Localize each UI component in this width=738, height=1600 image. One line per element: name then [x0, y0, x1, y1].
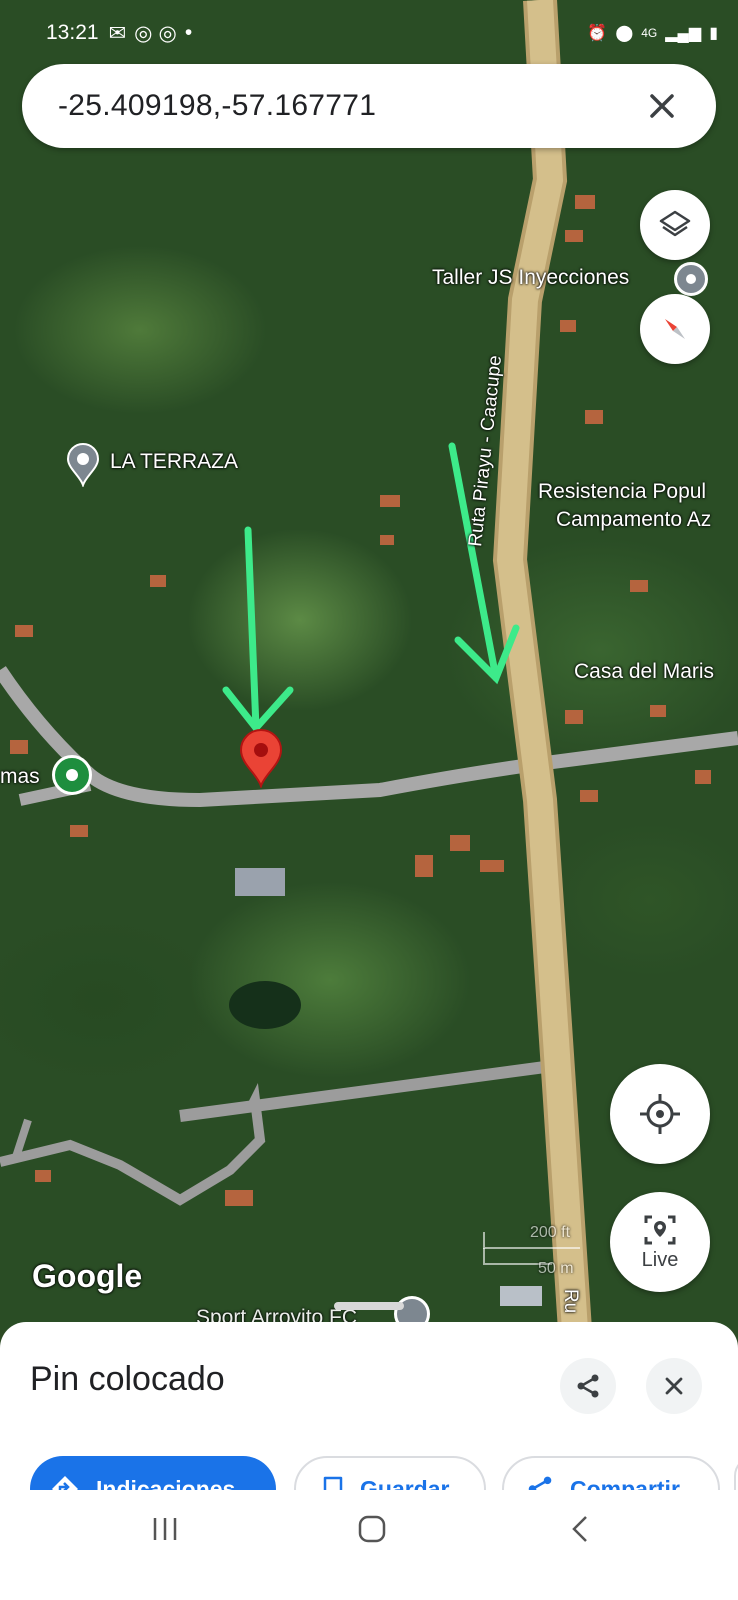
place-marker-icon[interactable] [674, 262, 708, 296]
network-type: 4G [641, 26, 658, 40]
layers-button[interactable] [640, 190, 710, 260]
chrome-icon: ◎ [134, 21, 153, 45]
live-view-icon [644, 1215, 676, 1244]
crosshair-icon [640, 1094, 680, 1134]
sheet-title: Pin colocado [30, 1360, 225, 1398]
place-label-la-terraza[interactable]: LA TERRAZA [110, 450, 238, 474]
home-icon [358, 1515, 386, 1543]
share-icon [577, 1374, 599, 1398]
google-logo: Google [32, 1258, 143, 1294]
layers-icon [659, 210, 691, 237]
share-button[interactable] [560, 1358, 616, 1414]
dot-icon: • [184, 21, 193, 44]
compass-icon [665, 319, 685, 339]
compass-button[interactable] [640, 294, 710, 364]
back-icon [572, 1516, 587, 1542]
system-nav-bar [0, 1490, 738, 1600]
alarm-icon: ⏰ [587, 25, 608, 42]
live-label: Live [641, 1248, 679, 1271]
place-label-casa-del-maris[interactable]: Casa del Maris [574, 660, 714, 684]
location-icon: ⬤ [615, 25, 634, 42]
park-marker-icon[interactable] [52, 755, 92, 795]
mail-icon: ✉ [108, 21, 127, 45]
close-icon[interactable] [640, 84, 684, 128]
east-west-road [0, 666, 738, 808]
building [235, 868, 285, 896]
close-icon [665, 1377, 683, 1395]
search-bar[interactable]: -25.409198,-57.167771 [22, 64, 716, 148]
status-time: 13:21 [46, 21, 99, 44]
place-label-resistencia[interactable]: Resistencia Popul [538, 480, 706, 504]
live-view-button[interactable]: Live [610, 1192, 710, 1292]
recents-icon [153, 1518, 177, 1540]
dropped-pin-icon[interactable] [237, 728, 285, 793]
my-location-button[interactable] [610, 1064, 710, 1164]
search-query[interactable]: -25.409198,-57.167771 [58, 89, 376, 123]
sheet-handle[interactable] [334, 1302, 404, 1310]
scale-feet: 200 ft [530, 1224, 571, 1241]
rooftops [10, 195, 711, 1206]
status-bar: 13:21 ✉ ◎ ◎ • ⏰ ⬤ 4G ▂▄▆ ▮ [46, 18, 718, 48]
battery-icon: ▮ [709, 25, 718, 42]
chrome-icon: ◎ [158, 21, 177, 45]
place-label-taller[interactable]: Taller JS Inyecciones [432, 266, 629, 290]
place-label-mas[interactable]: mas [0, 765, 40, 789]
scale-meters: 50 m [538, 1260, 574, 1277]
place-marker-icon[interactable] [66, 443, 100, 492]
road-label-bottom: Ru [560, 1288, 582, 1314]
home-button[interactable] [357, 1514, 387, 1549]
place-label-campamento[interactable]: Campamento Az [556, 508, 711, 532]
back-button[interactable] [566, 1514, 596, 1549]
arrow-left [244, 526, 260, 732]
south-road [179, 1059, 561, 1122]
pond [229, 981, 301, 1029]
close-sheet-button[interactable] [646, 1358, 702, 1414]
recents-button[interactable] [150, 1514, 180, 1549]
signal-icon: ▂▄▆ [665, 25, 702, 42]
